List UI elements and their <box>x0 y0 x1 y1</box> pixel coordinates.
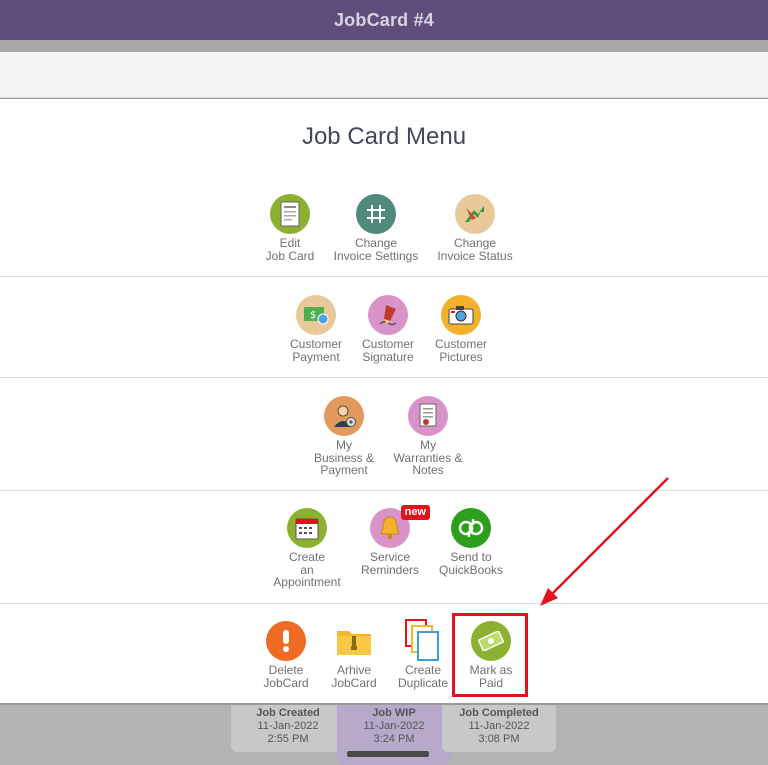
invoice-status-icon <box>455 194 495 234</box>
divider <box>0 603 768 604</box>
status-title: Job Completed <box>459 707 539 719</box>
divider <box>0 377 768 378</box>
customer-signature-icon <box>368 295 408 335</box>
exclamation-icon <box>266 621 306 661</box>
customer-pictures-button[interactable]: Customer Pictures <box>411 295 511 363</box>
status-time: 2:55 PM <box>267 733 309 745</box>
page-title: JobCard #4 <box>333 9 435 30</box>
menu-item-label: Customer Pictures <box>434 337 487 364</box>
menu-item-label: Change Invoice Settings <box>333 236 419 263</box>
quickbooks-icon <box>451 508 491 548</box>
status-card-created[interactable]: Job Created 11-Jan-2022 2:55 PM <box>231 705 345 752</box>
status-card-completed[interactable]: Job Completed 11-Jan-2022 3:08 PM <box>442 705 556 752</box>
status-date: 11-Jan-2022 <box>257 720 319 732</box>
job-card-menu: Job Card Menu Edit Job Card Change Invoi… <box>0 99 768 703</box>
divider <box>0 276 768 277</box>
folder-zip-icon <box>334 621 374 661</box>
camera-icon <box>441 295 481 335</box>
change-invoice-status-button[interactable]: Change Invoice Status <box>425 194 525 262</box>
status-time: 3:08 PM <box>478 733 520 745</box>
header-strip <box>0 40 768 52</box>
menu-item-label: Change Invoice Status <box>437 236 513 263</box>
sub-toolbar <box>0 52 768 98</box>
change-invoice-settings-button[interactable]: Change Invoice Settings <box>326 194 426 262</box>
highlight-box <box>452 613 528 697</box>
invoice-settings-icon <box>356 194 396 234</box>
status-date: 11-Jan-2022 <box>468 720 530 732</box>
bell-icon: new <box>370 505 430 548</box>
svg-text:$: $ <box>310 310 316 321</box>
app-header: JobCard #4 <box>0 0 768 40</box>
status-date: 11-Jan-2022 <box>363 720 425 732</box>
calendar-icon <box>287 508 327 548</box>
status-title: Job WIP <box>372 707 416 719</box>
warranties-notes-icon <box>408 396 448 436</box>
send-to-quickbooks-button[interactable]: Send to QuickBooks <box>421 508 521 576</box>
customer-payment-icon: $ <box>296 295 336 335</box>
my-warranties-notes-button[interactable]: My Warranties & Notes <box>378 396 478 477</box>
menu-item-label: Edit Job Card <box>265 236 315 263</box>
menu-item-label: Send to QuickBooks <box>438 550 504 577</box>
edit-jobcard-button[interactable]: Edit Job Card <box>240 194 340 262</box>
divider <box>0 490 768 491</box>
duplicate-icon <box>403 619 443 661</box>
menu-title: Job Card Menu <box>301 123 467 150</box>
status-progress-bar <box>347 751 429 757</box>
status-title: Job Created <box>256 707 320 719</box>
edit-jobcard-icon <box>270 194 310 234</box>
business-payment-icon <box>324 396 364 436</box>
status-time: 3:24 PM <box>373 733 415 745</box>
menu-item-label: My Warranties & Notes <box>393 438 463 477</box>
